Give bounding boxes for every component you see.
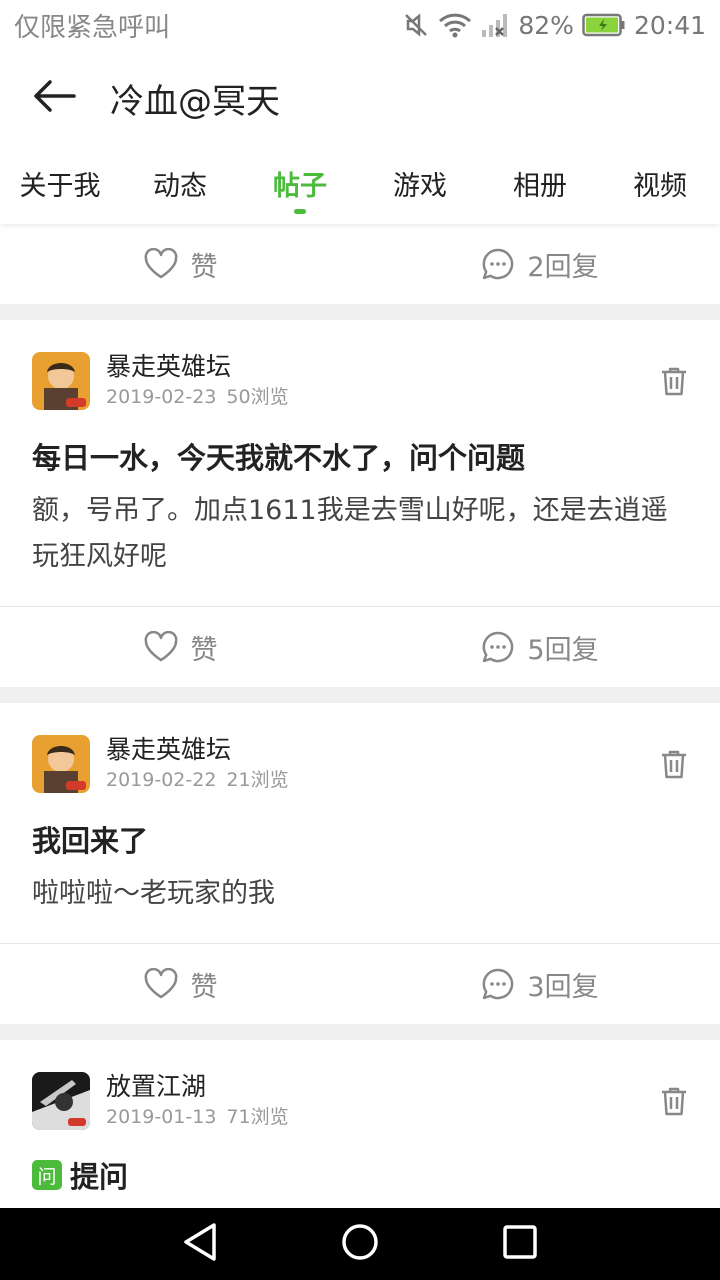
- tab-activity[interactable]: 动态: [120, 146, 240, 220]
- reply-button[interactable]: 5回复: [360, 628, 720, 667]
- comment-icon: [481, 247, 515, 281]
- post-actions: 赞 5回复: [0, 607, 720, 687]
- battery-icon: [582, 13, 626, 37]
- like-button[interactable]: 赞: [0, 628, 360, 667]
- carrier-text: 仅限紧急呼叫: [14, 12, 171, 43]
- trash-icon[interactable]: [660, 749, 688, 783]
- circle-home-icon: [340, 1222, 380, 1266]
- post-date: 2019-02-23: [106, 386, 217, 408]
- page-title: 冷血@冥天: [110, 81, 280, 122]
- post-title[interactable]: 我回来了: [0, 795, 720, 861]
- heart-icon: [143, 631, 179, 663]
- tab-videos[interactable]: 视频: [600, 146, 720, 220]
- tab-about-me[interactable]: 关于我: [0, 146, 120, 220]
- post-card[interactable]: 暴走英雄坛 2019-02-23 50浏览 每日一水，今天我就不水了，问个问题 额…: [0, 320, 720, 687]
- post-date: 2019-01-13: [106, 1106, 217, 1128]
- heart-icon: [143, 968, 179, 1000]
- back-arrow-icon: [32, 79, 76, 117]
- post-card[interactable]: 暴走英雄坛 2019-02-22 21浏览 我回来了 啦啦啦～老玩家的我 赞 3回…: [0, 703, 720, 1024]
- question-badge: 问: [32, 1160, 62, 1190]
- like-button[interactable]: 赞: [0, 245, 360, 284]
- tab-album[interactable]: 相册: [480, 146, 600, 220]
- system-nav-bar: [0, 1208, 720, 1280]
- post-title: 提问: [70, 1160, 129, 1194]
- post-date: 2019-02-22: [106, 769, 217, 791]
- status-bar: 仅限紧急呼叫 82% 20:41: [0, 0, 720, 50]
- square-recents-icon: [502, 1224, 538, 1264]
- game-avatar[interactable]: [32, 735, 90, 793]
- battery-percent: 82%: [518, 10, 574, 40]
- reply-button[interactable]: 2回复: [360, 245, 720, 284]
- wifi-icon: [438, 12, 472, 38]
- triangle-back-icon: [182, 1222, 218, 1266]
- post-card[interactable]: 放置江湖 2019-01-13 71浏览 问 提问: [0, 1040, 720, 1208]
- reply-button[interactable]: 3回复: [360, 965, 720, 1004]
- comment-icon: [481, 630, 515, 664]
- post-header: 暴走英雄坛 2019-02-22 21浏览: [0, 703, 720, 795]
- tab-bar: 关于我 动态 帖子 游戏 相册 视频: [0, 146, 720, 224]
- game-avatar[interactable]: [32, 352, 90, 410]
- post-body[interactable]: 啦啦啦～老玩家的我: [0, 861, 720, 917]
- post-actions: 赞 3回复: [0, 944, 720, 1024]
- post-title-row[interactable]: 问 提问: [0, 1132, 720, 1196]
- tab-games[interactable]: 游戏: [360, 146, 480, 220]
- post-header: 暴走英雄坛 2019-02-23 50浏览: [0, 320, 720, 412]
- view-count: 50浏览: [226, 386, 289, 408]
- post-header: 放置江湖 2019-01-13 71浏览: [0, 1040, 720, 1132]
- game-name[interactable]: 暴走英雄坛: [106, 734, 289, 766]
- trash-icon[interactable]: [660, 366, 688, 400]
- post-feed[interactable]: 赞 2回复 暴走英雄坛 2019-02-23 50浏览 每日一水，今天我就不水了，…: [0, 224, 720, 1208]
- post-body[interactable]: 额，号吊了。加点1611我是去雪山好呢，还是去逍遥玩狂风好呢: [0, 478, 720, 580]
- trash-icon[interactable]: [660, 1086, 688, 1120]
- game-name[interactable]: 放置江湖: [106, 1071, 289, 1103]
- view-count: 21浏览: [226, 769, 289, 791]
- post-actions: 赞 2回复: [0, 224, 720, 304]
- like-button[interactable]: 赞: [0, 965, 360, 1004]
- post-title[interactable]: 每日一水，今天我就不水了，问个问题: [0, 412, 720, 478]
- nav-back-button[interactable]: [160, 1208, 240, 1280]
- active-tab-indicator: [294, 209, 306, 214]
- tab-posts[interactable]: 帖子: [240, 146, 360, 220]
- view-count: 71浏览: [226, 1106, 289, 1128]
- signal-icon: [480, 12, 510, 38]
- nav-home-button[interactable]: [320, 1208, 400, 1280]
- game-name[interactable]: 暴走英雄坛: [106, 351, 289, 383]
- mute-icon: [402, 11, 430, 39]
- game-avatar[interactable]: [32, 1072, 90, 1130]
- back-button[interactable]: [0, 50, 110, 146]
- heart-icon: [143, 248, 179, 280]
- app-header: 冷血@冥天: [0, 50, 720, 146]
- clock: 20:41: [633, 10, 706, 40]
- nav-recents-button[interactable]: [480, 1208, 560, 1280]
- post-card: 赞 2回复: [0, 224, 720, 304]
- comment-icon: [481, 967, 515, 1001]
